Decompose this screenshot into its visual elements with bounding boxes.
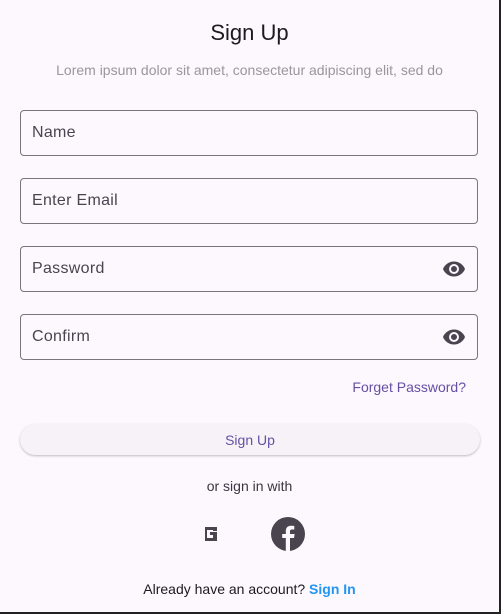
sign-up-button[interactable]: Sign Up xyxy=(20,424,480,455)
eye-icon[interactable] xyxy=(442,325,466,349)
confirm-field[interactable]: Confirm xyxy=(20,314,478,360)
facebook-icon[interactable] xyxy=(271,517,305,551)
google-icon[interactable] xyxy=(201,523,221,545)
email-field[interactable]: Enter Email xyxy=(20,178,478,224)
email-label: Enter Email xyxy=(32,192,118,209)
name-field[interactable]: Name xyxy=(20,110,478,156)
confirm-label: Confirm xyxy=(32,328,91,345)
signin-prompt-text: Already have an account? xyxy=(143,581,306,597)
or-sign-in-text: or sign in with xyxy=(206,478,293,494)
forgot-password-link[interactable]: Forget Password? xyxy=(352,379,466,395)
sign-in-link[interactable]: Sign In xyxy=(309,581,356,597)
page-subtitle: Lorem ipsum dolor sit amet, consectetur … xyxy=(56,62,443,78)
name-label: Name xyxy=(32,124,76,141)
password-field[interactable]: Password xyxy=(20,246,478,292)
eye-icon[interactable] xyxy=(442,257,466,281)
password-label: Password xyxy=(32,260,105,277)
signin-prompt: Already have an account? Sign In xyxy=(0,581,499,597)
page-title: Sign Up xyxy=(210,20,289,45)
